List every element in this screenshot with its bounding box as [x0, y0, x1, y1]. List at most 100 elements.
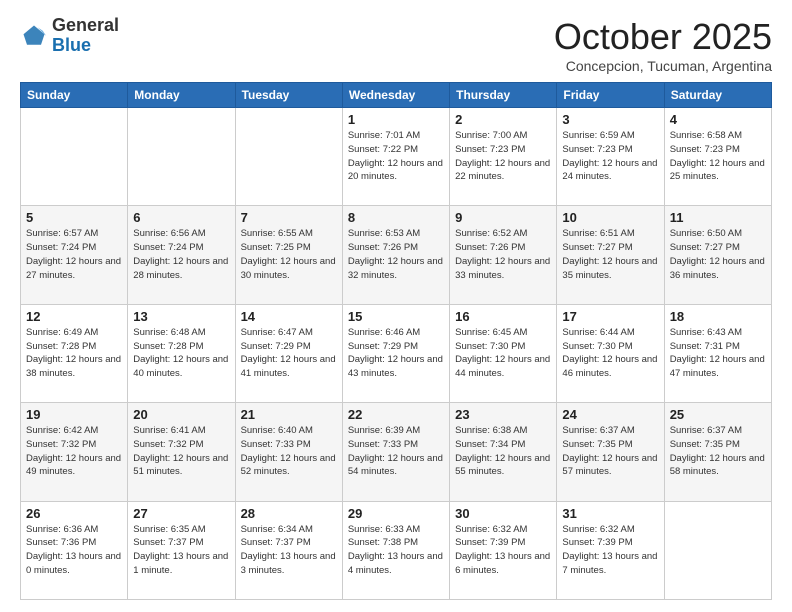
table-row: 29 Sunrise: 6:33 AM Sunset: 7:38 PM Dayli…	[342, 501, 449, 599]
table-row: 16 Sunrise: 6:45 AM Sunset: 7:30 PM Dayli…	[450, 304, 557, 402]
table-row: 28 Sunrise: 6:34 AM Sunset: 7:37 PM Dayli…	[235, 501, 342, 599]
day-info: Sunrise: 6:36 AM Sunset: 7:36 PM Dayligh…	[26, 523, 122, 578]
table-row: 9Sunrise: 6:52 AM Sunset: 7:26 PM Daylig…	[450, 206, 557, 304]
day-number: 10	[562, 210, 658, 225]
day-number: 31	[562, 506, 658, 521]
table-row: 14 Sunrise: 6:47 AM Sunset: 7:29 PM Dayli…	[235, 304, 342, 402]
table-row	[664, 501, 771, 599]
day-number: 29	[348, 506, 444, 521]
day-number: 22	[348, 407, 444, 422]
day-info: Sunrise: 6:33 AM Sunset: 7:38 PM Dayligh…	[348, 523, 444, 578]
calendar-week-row: 5Sunrise: 6:57 AM Sunset: 7:24 PM Daylig…	[21, 206, 772, 304]
table-row: 5Sunrise: 6:57 AM Sunset: 7:24 PM Daylig…	[21, 206, 128, 304]
day-number: 28	[241, 506, 337, 521]
table-row: 17Sunrise: 6:44 AM Sunset: 7:30 PM Dayli…	[557, 304, 664, 402]
day-number: 20	[133, 407, 229, 422]
calendar-week-row: 1Sunrise: 7:01 AM Sunset: 7:22 PM Daylig…	[21, 108, 772, 206]
day-info: Sunrise: 6:53 AM Sunset: 7:26 PM Dayligh…	[348, 227, 444, 282]
day-info: Sunrise: 6:49 AM Sunset: 7:28 PM Dayligh…	[26, 326, 122, 381]
table-row: 8 Sunrise: 6:53 AM Sunset: 7:26 PM Daylig…	[342, 206, 449, 304]
table-row	[21, 108, 128, 206]
day-info: Sunrise: 6:57 AM Sunset: 7:24 PM Dayligh…	[26, 227, 122, 282]
table-row: 18Sunrise: 6:43 AM Sunset: 7:31 PM Dayli…	[664, 304, 771, 402]
day-info: Sunrise: 6:37 AM Sunset: 7:35 PM Dayligh…	[670, 424, 766, 479]
table-row: 31 Sunrise: 6:32 AM Sunset: 7:39 PM Dayli…	[557, 501, 664, 599]
logo-text: General Blue	[52, 16, 119, 56]
day-info: Sunrise: 6:43 AM Sunset: 7:31 PM Dayligh…	[670, 326, 766, 381]
table-row: 13Sunrise: 6:48 AM Sunset: 7:28 PM Dayli…	[128, 304, 235, 402]
title-block: October 2025 Concepcion, Tucuman, Argent…	[554, 16, 772, 74]
header-tuesday: Tuesday	[235, 83, 342, 108]
day-info: Sunrise: 6:59 AM Sunset: 7:23 PM Dayligh…	[562, 129, 658, 184]
day-info: Sunrise: 6:37 AM Sunset: 7:35 PM Dayligh…	[562, 424, 658, 479]
day-info: Sunrise: 6:51 AM Sunset: 7:27 PM Dayligh…	[562, 227, 658, 282]
day-info: Sunrise: 6:47 AM Sunset: 7:29 PM Dayligh…	[241, 326, 337, 381]
table-row: 21 Sunrise: 6:40 AM Sunset: 7:33 PM Dayli…	[235, 403, 342, 501]
day-number: 19	[26, 407, 122, 422]
weekday-header-row: Sunday Monday Tuesday Wednesday Thursday…	[21, 83, 772, 108]
logo: General Blue	[20, 16, 119, 56]
day-number: 16	[455, 309, 551, 324]
day-info: Sunrise: 7:01 AM Sunset: 7:22 PM Dayligh…	[348, 129, 444, 184]
day-number: 12	[26, 309, 122, 324]
day-info: Sunrise: 6:56 AM Sunset: 7:24 PM Dayligh…	[133, 227, 229, 282]
table-row: 20 Sunrise: 6:41 AM Sunset: 7:32 PM Dayli…	[128, 403, 235, 501]
day-number: 4	[670, 112, 766, 127]
header: General Blue October 2025 Concepcion, Tu…	[20, 16, 772, 74]
day-info: Sunrise: 6:58 AM Sunset: 7:23 PM Dayligh…	[670, 129, 766, 184]
day-number: 2	[455, 112, 551, 127]
page: General Blue October 2025 Concepcion, Tu…	[0, 0, 792, 612]
day-info: Sunrise: 6:45 AM Sunset: 7:30 PM Dayligh…	[455, 326, 551, 381]
table-row: 27 Sunrise: 6:35 AM Sunset: 7:37 PM Dayli…	[128, 501, 235, 599]
header-saturday: Saturday	[664, 83, 771, 108]
table-row: 3 Sunrise: 6:59 AM Sunset: 7:23 PM Daylig…	[557, 108, 664, 206]
table-row: 1Sunrise: 7:01 AM Sunset: 7:22 PM Daylig…	[342, 108, 449, 206]
month-title: October 2025	[554, 16, 772, 58]
day-number: 6	[133, 210, 229, 225]
table-row	[235, 108, 342, 206]
table-row: 19Sunrise: 6:42 AM Sunset: 7:32 PM Dayli…	[21, 403, 128, 501]
table-row: 25 Sunrise: 6:37 AM Sunset: 7:35 PM Dayli…	[664, 403, 771, 501]
header-friday: Friday	[557, 83, 664, 108]
day-number: 9	[455, 210, 551, 225]
table-row: 24 Sunrise: 6:37 AM Sunset: 7:35 PM Dayli…	[557, 403, 664, 501]
day-number: 26	[26, 506, 122, 521]
day-info: Sunrise: 6:46 AM Sunset: 7:29 PM Dayligh…	[348, 326, 444, 381]
day-number: 11	[670, 210, 766, 225]
header-sunday: Sunday	[21, 83, 128, 108]
day-info: Sunrise: 6:39 AM Sunset: 7:33 PM Dayligh…	[348, 424, 444, 479]
day-number: 7	[241, 210, 337, 225]
day-info: Sunrise: 6:50 AM Sunset: 7:27 PM Dayligh…	[670, 227, 766, 282]
header-thursday: Thursday	[450, 83, 557, 108]
day-number: 21	[241, 407, 337, 422]
day-info: Sunrise: 6:40 AM Sunset: 7:33 PM Dayligh…	[241, 424, 337, 479]
day-info: Sunrise: 6:41 AM Sunset: 7:32 PM Dayligh…	[133, 424, 229, 479]
table-row	[128, 108, 235, 206]
day-info: Sunrise: 6:32 AM Sunset: 7:39 PM Dayligh…	[562, 523, 658, 578]
day-number: 14	[241, 309, 337, 324]
table-row: 22 Sunrise: 6:39 AM Sunset: 7:33 PM Dayli…	[342, 403, 449, 501]
day-info: Sunrise: 6:38 AM Sunset: 7:34 PM Dayligh…	[455, 424, 551, 479]
day-info: Sunrise: 7:00 AM Sunset: 7:23 PM Dayligh…	[455, 129, 551, 184]
calendar-week-row: 12 Sunrise: 6:49 AM Sunset: 7:28 PM Dayli…	[21, 304, 772, 402]
day-number: 25	[670, 407, 766, 422]
day-info: Sunrise: 6:35 AM Sunset: 7:37 PM Dayligh…	[133, 523, 229, 578]
header-wednesday: Wednesday	[342, 83, 449, 108]
day-info: Sunrise: 6:32 AM Sunset: 7:39 PM Dayligh…	[455, 523, 551, 578]
day-number: 8	[348, 210, 444, 225]
table-row: 7Sunrise: 6:55 AM Sunset: 7:25 PM Daylig…	[235, 206, 342, 304]
day-number: 23	[455, 407, 551, 422]
day-number: 3	[562, 112, 658, 127]
table-row: 26 Sunrise: 6:36 AM Sunset: 7:36 PM Dayli…	[21, 501, 128, 599]
day-number: 24	[562, 407, 658, 422]
logo-icon	[20, 22, 48, 50]
table-row: 23 Sunrise: 6:38 AM Sunset: 7:34 PM Dayli…	[450, 403, 557, 501]
location-subtitle: Concepcion, Tucuman, Argentina	[554, 58, 772, 74]
calendar-table: Sunday Monday Tuesday Wednesday Thursday…	[20, 82, 772, 600]
table-row: 10 Sunrise: 6:51 AM Sunset: 7:27 PM Dayli…	[557, 206, 664, 304]
day-number: 15	[348, 309, 444, 324]
header-monday: Monday	[128, 83, 235, 108]
day-number: 27	[133, 506, 229, 521]
day-number: 17	[562, 309, 658, 324]
day-info: Sunrise: 6:34 AM Sunset: 7:37 PM Dayligh…	[241, 523, 337, 578]
